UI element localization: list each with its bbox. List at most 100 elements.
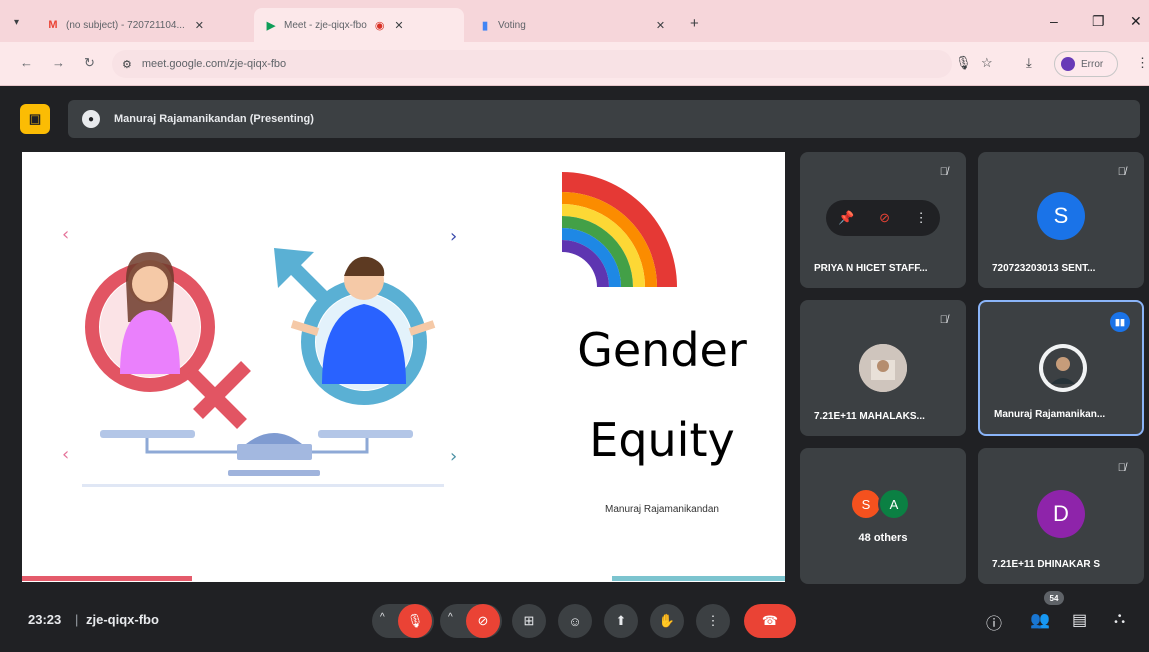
meeting-controls: 23:23 | zje-qiqx-fbo ^ 🎙 ^ ⊘ ⊞ ☺ ⬆ ✋ ⋮ ☎…	[0, 590, 1149, 652]
reload-icon[interactable]: ↻	[84, 55, 95, 71]
mic-off-icon: 🎙̸	[939, 314, 948, 326]
hand-icon: ✋	[658, 613, 676, 628]
presenter-avatar-icon: ●	[82, 110, 100, 128]
reactions-button[interactable]: ☺	[558, 604, 592, 638]
browser-tab-strip: ▾ M (no subject) - 720721104... ✕ ▶ Meet…	[0, 0, 1149, 42]
voting-icon: ▮	[481, 19, 489, 32]
new-tab-icon[interactable]: +	[690, 15, 699, 32]
mic-options-chevron-icon[interactable]: ^	[380, 612, 385, 623]
microphone-icon[interactable]: 🎙	[955, 55, 972, 71]
site-info-icon[interactable]: ⚙	[122, 58, 132, 71]
close-icon[interactable]: ✕	[394, 19, 403, 32]
slide-title-line-1: Gender	[577, 323, 747, 377]
meeting-info-icon[interactable]: ⓘ	[986, 610, 1002, 634]
tab-gmail[interactable]: M (no subject) - 720721104... ✕	[36, 8, 250, 42]
restore-icon[interactable]: ❐	[1092, 13, 1105, 30]
tab-title: Voting	[498, 19, 526, 31]
captions-icon: ⊞	[523, 613, 535, 628]
people-icon[interactable]: 👥	[1030, 610, 1050, 630]
tile-hover-controls: 📌 ⊘ ⋮	[826, 200, 940, 236]
speaking-indicator-icon: ▮▮	[1110, 312, 1130, 332]
captions-button[interactable]: ⊞	[512, 604, 546, 638]
mic-off-icon: 🎙̸	[1117, 462, 1126, 474]
participant-tile[interactable]: 🎙̸ D 7.21E+11 DHINAKAR S	[978, 448, 1144, 584]
camera-options-chevron-icon[interactable]: ^	[448, 612, 453, 623]
presenter-bar: ● Manuraj Rajamanikandan (Presenting)	[68, 100, 1140, 138]
avatar: S	[1037, 192, 1085, 240]
pin-icon[interactable]: 📌	[838, 210, 854, 226]
stop-presenting-button[interactable]: ▣	[20, 104, 50, 134]
participant-name: 720723203013 SENT...	[992, 263, 1096, 274]
meet-icon: ▶	[266, 19, 276, 32]
address-bar-row: ← → ↻ ⚙ meet.google.com/zje-qiqx-fbo 🎙 ☆…	[0, 42, 1149, 86]
more-options-icon[interactable]: ⋮	[915, 210, 928, 226]
slide-author: Manuraj Rajamanikandan	[605, 504, 719, 515]
others-tile[interactable]: S A 48 others	[800, 448, 966, 584]
menu-kebab-icon[interactable]: ⋮	[1136, 55, 1149, 71]
avatar: D	[1037, 490, 1085, 538]
leave-call-button[interactable]: ☎	[744, 604, 796, 638]
presentation-slide: ‹ › ‹ › Gender Equity Manuraj Rajamanika…	[22, 152, 785, 582]
more-options-button[interactable]: ⋮	[696, 604, 730, 638]
profile-photo-icon	[859, 344, 907, 392]
people-count-badge: 54	[1044, 591, 1064, 605]
gmail-icon: M	[48, 19, 58, 31]
camera-toggle-button[interactable]: ⊘	[466, 604, 500, 638]
present-screen-icon: ⬆	[615, 613, 627, 628]
minimize-icon[interactable]: –	[1050, 13, 1058, 29]
url-text: meet.google.com/zje-qiqx-fbo	[141, 58, 287, 70]
avatar	[1061, 57, 1075, 71]
recording-icon: ◉	[374, 19, 385, 32]
rainbow-graphic	[562, 172, 677, 287]
participant-tile[interactable]: ▮▮ Manuraj Rajamanikan...	[978, 300, 1144, 436]
meeting-time: 23:23	[28, 612, 62, 627]
profile-label: Error	[1081, 58, 1104, 70]
forward-icon[interactable]: →	[52, 55, 65, 70]
participant-name: 7.21E+11 DHINAKAR S	[992, 559, 1101, 570]
avatar	[859, 344, 907, 392]
meeting-code: zje-qiqx-fbo	[86, 612, 159, 627]
chat-icon[interactable]: ▤	[1072, 610, 1087, 630]
presenting-label: Manuraj Rajamanikandan (Presenting)	[114, 113, 314, 125]
participant-name: Manuraj Rajamanikan...	[994, 409, 1106, 420]
back-icon[interactable]: ←	[20, 55, 33, 70]
emoji-icon: ☺	[568, 613, 582, 629]
svg-text:›: ›	[450, 446, 457, 467]
participant-tile[interactable]: 🎙̸ 7.21E+11 MAHALAKS...	[800, 300, 966, 436]
balance-scale	[82, 430, 444, 487]
mic-off-icon: 🎙	[406, 613, 424, 628]
profile-button[interactable]: Error	[1054, 51, 1118, 77]
participant-tile[interactable]: 🎙̸ 📌 ⊘ ⋮ PRIYA N HICET STAFF...	[800, 152, 966, 288]
avatar: A	[878, 488, 910, 520]
slide-accent-bar-left	[22, 576, 192, 581]
tab-search-icon[interactable]: ▾	[14, 17, 19, 28]
others-avatars: S A	[850, 488, 910, 520]
mic-toggle-button[interactable]: 🎙	[398, 604, 432, 638]
svg-text:‹: ‹	[62, 224, 69, 245]
hang-up-icon: ☎	[761, 613, 779, 628]
tab-meet[interactable]: ▶ Meet - zje-qiqx-fbo ◉ ✕	[254, 8, 464, 42]
presentation-icon: ▣	[28, 111, 42, 126]
close-window-icon[interactable]: ✕	[1130, 13, 1142, 30]
download-icon[interactable]: ⤓	[1026, 55, 1032, 71]
close-icon[interactable]: ✕	[656, 19, 665, 32]
mic-off-icon: 🎙̸	[1117, 166, 1126, 178]
svg-text:›: ›	[450, 226, 457, 247]
tab-voting[interactable]: ▮ Voting ✕	[468, 8, 682, 42]
activities-icon[interactable]: ⛬	[1114, 610, 1125, 628]
mic-off-icon: 🎙̸	[939, 166, 948, 178]
more-vert-icon: ⋮	[706, 613, 720, 628]
tab-title: (no subject) - 720721104...	[66, 19, 185, 31]
mute-participant-icon[interactable]: ⊘	[879, 210, 890, 226]
participant-name: 7.21E+11 MAHALAKS...	[814, 411, 925, 422]
url-field[interactable]: ⚙ meet.google.com/zje-qiqx-fbo	[112, 50, 952, 78]
close-icon[interactable]: ✕	[195, 19, 204, 32]
participant-tile[interactable]: 🎙̸ S 720723203013 SENT...	[978, 152, 1144, 288]
raise-hand-button[interactable]: ✋	[650, 604, 684, 638]
male-symbol	[274, 248, 436, 405]
slide-title-line-2: Equity	[589, 413, 735, 467]
camera-off-icon: ⊘	[477, 613, 489, 628]
slide-accent-bar-right	[612, 576, 785, 581]
present-button[interactable]: ⬆	[604, 604, 638, 638]
bookmark-star-icon[interactable]: ☆	[981, 55, 993, 71]
